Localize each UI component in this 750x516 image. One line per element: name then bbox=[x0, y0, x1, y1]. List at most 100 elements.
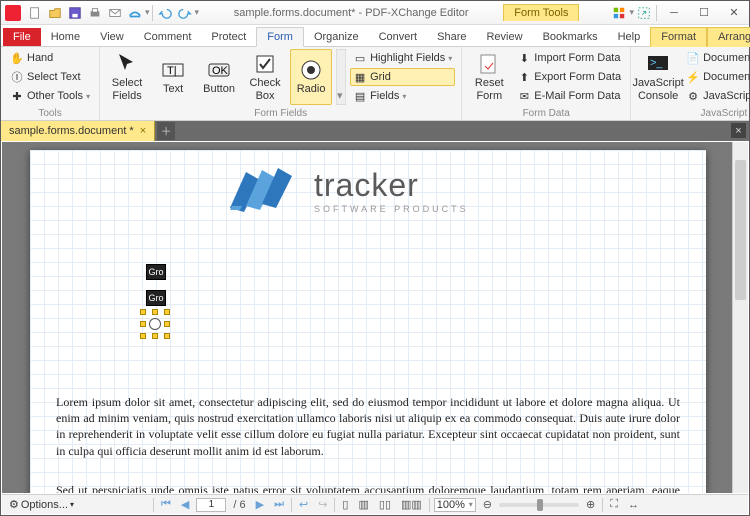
group-tools: ✋Hand ⒾSelect Text ✚Other Tools▾ Tools bbox=[1, 47, 100, 120]
tab-share[interactable]: Share bbox=[427, 28, 476, 46]
js-console-button[interactable]: >_JavaScript Console bbox=[637, 49, 679, 105]
tab-file[interactable]: File bbox=[3, 28, 41, 46]
tab-view[interactable]: View bbox=[90, 28, 134, 46]
tab-arrange[interactable]: Arrange bbox=[707, 27, 750, 47]
fit-width-icon[interactable]: ↔ bbox=[625, 499, 642, 511]
other-tools[interactable]: ✚Other Tools▾ bbox=[7, 87, 93, 105]
tab-review[interactable]: Review bbox=[476, 28, 532, 46]
layout-facing-icon[interactable]: ▯▯ bbox=[376, 498, 394, 511]
body-paragraph-1: Lorem ipsum dolor sit amet, consectetur … bbox=[56, 394, 680, 459]
last-page-button[interactable]: ⏭ bbox=[271, 498, 287, 511]
qat-new-icon[interactable] bbox=[25, 3, 45, 23]
qat-undo-icon[interactable] bbox=[155, 3, 175, 23]
javascript-options-label: JavaScript Options bbox=[703, 90, 750, 102]
fields-dropdown[interactable]: ▤Fields▾ bbox=[350, 87, 455, 105]
launch-icon[interactable] bbox=[634, 3, 654, 23]
layout-continuous-icon[interactable]: ▥ bbox=[355, 498, 371, 511]
radio-field-button[interactable]: Radio bbox=[290, 49, 332, 105]
new-tab-button[interactable]: ＋ bbox=[157, 122, 175, 140]
close-all-tabs-button[interactable]: × bbox=[731, 123, 746, 138]
tab-form[interactable]: Form bbox=[256, 27, 304, 47]
app-icon bbox=[5, 5, 21, 21]
vertical-scrollbar[interactable] bbox=[732, 142, 748, 493]
tab-help[interactable]: Help bbox=[608, 28, 651, 46]
svg-text:▾: ▾ bbox=[337, 90, 343, 102]
tab-organize[interactable]: Organize bbox=[304, 28, 369, 46]
document-actions[interactable]: ⚡Document Actions bbox=[683, 68, 750, 86]
console-icon: >_ bbox=[646, 52, 670, 76]
hand-tool[interactable]: ✋Hand bbox=[7, 49, 93, 67]
layout-single-icon[interactable]: ▯ bbox=[339, 498, 351, 511]
page-canvas[interactable]: trackerSOFTWARE PRODUCTS Gro Gro Lorem i… bbox=[30, 150, 706, 493]
radio-field-selected[interactable] bbox=[143, 312, 167, 336]
grid-label: Grid bbox=[370, 71, 391, 83]
zoom-out-button[interactable]: ⊖ bbox=[480, 498, 495, 511]
export-form-data-label: Export Form Data bbox=[534, 71, 621, 83]
nav-fwd-button[interactable]: ↪ bbox=[315, 498, 330, 511]
nav-back-button[interactable]: ↩ bbox=[296, 498, 311, 511]
layout-facing-cont-icon[interactable]: ▥▥ bbox=[398, 498, 425, 511]
document-tab[interactable]: sample.forms.document *× bbox=[1, 121, 155, 141]
export-form-data[interactable]: ⬆Export Form Data bbox=[514, 68, 624, 86]
qat-save-icon[interactable] bbox=[65, 3, 85, 23]
next-page-button[interactable]: ▶ bbox=[253, 498, 267, 511]
page-number-input[interactable]: 1 bbox=[196, 498, 226, 512]
hand-icon: ✋ bbox=[10, 51, 24, 65]
button-field-label: Button bbox=[203, 83, 235, 95]
fit-page-icon[interactable]: ⛶ bbox=[607, 498, 621, 511]
email-form-data[interactable]: ✉E-Mail Form Data bbox=[514, 87, 624, 105]
qat-print-icon[interactable] bbox=[85, 3, 105, 23]
tab-format[interactable]: Format bbox=[650, 27, 707, 47]
document-javascript[interactable]: 📄Document JavaScript bbox=[683, 49, 750, 67]
import-form-data-label: Import Form Data bbox=[534, 52, 620, 64]
qat-redo-icon[interactable] bbox=[175, 3, 195, 23]
javascript-options[interactable]: ⚙JavaScript Options bbox=[683, 87, 750, 105]
radio-field-label: Radio bbox=[297, 83, 326, 95]
zoom-in-button[interactable]: ⊕ bbox=[583, 498, 598, 511]
select-text-tool[interactable]: ⒾSelect Text bbox=[7, 68, 93, 86]
import-icon: ⬇ bbox=[517, 51, 531, 65]
close-tab-icon[interactable]: × bbox=[140, 125, 146, 137]
document-tab-bar: sample.forms.document *× ＋ × bbox=[1, 121, 749, 141]
qat-scan-icon[interactable] bbox=[125, 3, 145, 23]
tab-home[interactable]: Home bbox=[41, 28, 90, 46]
group-form-fields-label: Form Fields bbox=[106, 107, 455, 120]
group-javascript: >_JavaScript Console 📄Document JavaScrip… bbox=[631, 47, 750, 120]
maximize-button[interactable]: ☐ bbox=[689, 2, 719, 24]
zoom-input[interactable]: 100%▾ bbox=[434, 498, 476, 512]
options-button[interactable]: ⚙Options...▾ bbox=[6, 498, 77, 511]
zoom-slider-thumb[interactable] bbox=[537, 499, 543, 511]
highlight-fields-toggle[interactable]: ▭Highlight Fields▾ bbox=[350, 49, 455, 67]
zoom-slider[interactable] bbox=[499, 503, 579, 507]
text-field-icon: T| bbox=[161, 58, 185, 82]
checkbox-field-button[interactable]: Check Box bbox=[244, 49, 286, 105]
select-fields-button[interactable]: Select Fields bbox=[106, 49, 148, 105]
button-field-button[interactable]: OKButton bbox=[198, 49, 240, 105]
document-actions-label: Document Actions bbox=[703, 71, 750, 83]
qat-email-icon[interactable] bbox=[105, 3, 125, 23]
expand-gallery-icon[interactable]: ▾ bbox=[336, 49, 346, 105]
scrollbar-thumb[interactable] bbox=[735, 160, 746, 300]
group-tools-label: Tools bbox=[7, 107, 93, 120]
tab-bookmarks[interactable]: Bookmarks bbox=[533, 28, 608, 46]
prev-page-button[interactable]: ◀ bbox=[178, 498, 192, 511]
text-field-button[interactable]: T|Text bbox=[152, 49, 194, 105]
close-button[interactable]: ✕ bbox=[719, 2, 749, 24]
minimize-button[interactable]: ─ bbox=[659, 2, 689, 24]
tab-protect[interactable]: Protect bbox=[201, 28, 256, 46]
reset-form-button[interactable]: Reset Form bbox=[468, 49, 510, 105]
select-fields-label: Select Fields bbox=[112, 77, 143, 101]
first-page-button[interactable]: ⏮ bbox=[158, 498, 174, 511]
highlight-icon: ▭ bbox=[353, 51, 367, 65]
highlight-fields-label: Highlight Fields bbox=[370, 52, 445, 64]
tab-comment[interactable]: Comment bbox=[134, 28, 202, 46]
form-field-gro1[interactable]: Gro bbox=[146, 264, 166, 280]
ui-options-icon[interactable] bbox=[609, 3, 629, 23]
import-form-data[interactable]: ⬇Import Form Data bbox=[514, 49, 624, 67]
qat-open-icon[interactable] bbox=[45, 3, 65, 23]
form-field-gro2[interactable]: Gro bbox=[146, 290, 166, 306]
tab-convert[interactable]: Convert bbox=[369, 28, 428, 46]
hand-label: Hand bbox=[27, 52, 53, 64]
page-count: / 6 bbox=[230, 499, 248, 511]
grid-toggle[interactable]: ▦Grid bbox=[350, 68, 455, 86]
